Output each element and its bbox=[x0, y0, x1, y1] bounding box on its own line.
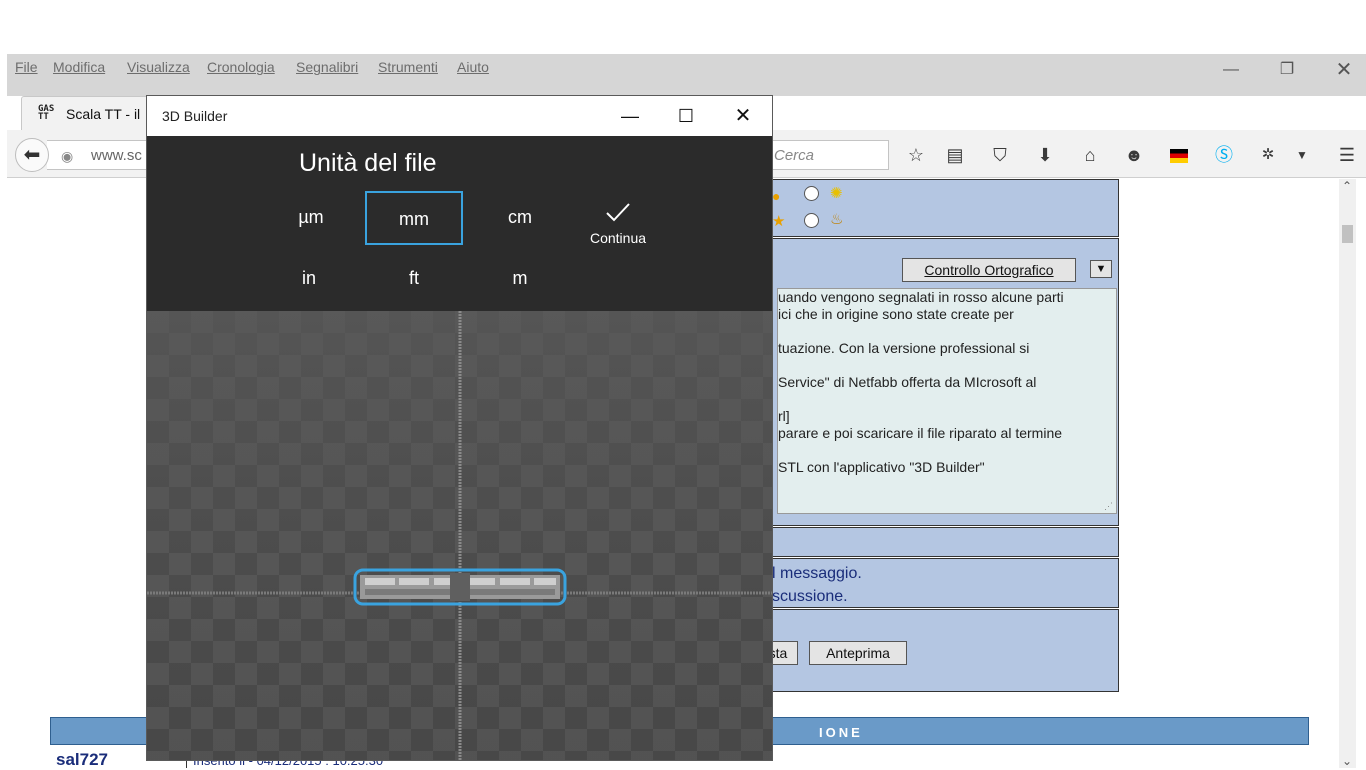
scrollbar-thumb[interactable] bbox=[1342, 225, 1353, 243]
emoticon-radio[interactable] bbox=[804, 186, 819, 201]
hamburger-menu-icon[interactable]: ☰ bbox=[1335, 144, 1359, 166]
dialog-titlebar: 3D Builder — ☐ ✕ bbox=[147, 96, 772, 136]
menu-aiuto[interactable]: Aiuto bbox=[457, 59, 489, 75]
textarea-line: rl] bbox=[778, 408, 790, 424]
menu-segnalibri[interactable]: Segnalibri bbox=[296, 59, 358, 75]
menu-cronologia[interactable]: Cronologia bbox=[207, 59, 275, 75]
close-icon[interactable]: ✕ bbox=[1334, 60, 1354, 80]
unit-millimeter[interactable]: mm bbox=[365, 191, 463, 245]
minimize-icon[interactable]: — bbox=[1221, 60, 1241, 80]
panel-row bbox=[767, 527, 1119, 557]
notify-line-2: scussione. bbox=[772, 588, 848, 605]
notify-line-1: l messaggio. bbox=[772, 565, 862, 582]
menu-visualizza[interactable]: Visualizza bbox=[127, 59, 190, 75]
favicon-icon: GAS TT bbox=[38, 104, 55, 122]
browser-tab[interactable]: GAS TT Scala TT - il bbox=[21, 96, 151, 130]
menu-bar: File Modifica Visualizza Cronologia Segn… bbox=[7, 54, 1366, 96]
flag-icon[interactable] bbox=[1167, 144, 1191, 166]
notify-panel: l messaggio. scussione. bbox=[767, 558, 1119, 608]
preview-button[interactable]: Anteprima bbox=[809, 641, 907, 665]
message-textarea[interactable]: uando vengono segnalati in rosso alcune … bbox=[777, 288, 1117, 514]
textarea-line: tuazione. Con la versione professional s… bbox=[778, 340, 1030, 356]
dropdown-icon[interactable]: ▼ bbox=[1290, 144, 1314, 166]
globe-icon: ◉ bbox=[61, 148, 74, 164]
skype-icon[interactable]: Ⓢ bbox=[1212, 144, 1236, 166]
menu-strumenti[interactable]: Strumenti bbox=[378, 59, 438, 75]
bulb-icon: ✺ bbox=[830, 185, 843, 202]
bug-icon[interactable]: ✲ bbox=[1256, 144, 1280, 166]
unit-inch[interactable]: in bbox=[260, 252, 358, 306]
textarea-line: ici che in origine sono state create per bbox=[778, 306, 1014, 322]
star-emoticon-icon: ★ bbox=[772, 213, 786, 230]
emoticon-icon[interactable]: ● bbox=[772, 188, 780, 204]
page-scrollbar[interactable]: ⌃ ⌄ bbox=[1339, 179, 1356, 768]
textarea-line: Service" di Netfabb offerta da MIcrosoft… bbox=[778, 374, 1037, 390]
units-heading: Unità del file bbox=[299, 149, 437, 177]
emoticon-radio[interactable] bbox=[804, 213, 819, 228]
resize-grip-icon[interactable]: ⋰ bbox=[1104, 501, 1113, 512]
menu-file[interactable]: File bbox=[15, 59, 38, 75]
search-input[interactable]: Cerca bbox=[763, 140, 889, 170]
spellcheck-dropdown-icon[interactable]: ▼ bbox=[1090, 260, 1112, 278]
pocket-icon[interactable]: ⛉ bbox=[988, 144, 1012, 166]
scroll-up-icon[interactable]: ⌃ bbox=[1342, 179, 1352, 193]
search-placeholder: Cerca bbox=[774, 147, 815, 164]
unit-foot[interactable]: ft bbox=[365, 252, 463, 306]
file-units-panel: Unità del file µm mm cm in ft m Continua bbox=[147, 136, 772, 311]
continue-label: Continua bbox=[589, 230, 647, 246]
unit-micrometer[interactable]: µm bbox=[262, 191, 360, 245]
url-bar[interactable]: ◉ www.sc bbox=[47, 140, 157, 170]
textarea-line: uando vengono segnalati in rosso alcune … bbox=[778, 289, 1064, 305]
model-object[interactable] bbox=[353, 568, 567, 606]
chat-icon[interactable]: ☻ bbox=[1122, 144, 1146, 166]
3d-scene bbox=[147, 311, 772, 760]
dialog-title: 3D Builder bbox=[162, 108, 228, 124]
submit-panel: sta Anteprima bbox=[758, 609, 1119, 692]
star-icon[interactable]: ☆ bbox=[904, 144, 928, 166]
home-icon[interactable]: ⌂ bbox=[1078, 144, 1102, 166]
menu-modifica[interactable]: Modifica bbox=[53, 59, 105, 75]
back-button[interactable]: ⬅ bbox=[15, 138, 49, 172]
unit-centimeter[interactable]: cm bbox=[471, 191, 569, 245]
3d-builder-window: 3D Builder — ☐ ✕ Unità del file µm mm cm… bbox=[146, 95, 773, 761]
tab-title: Scala TT - il bbox=[66, 106, 141, 122]
maximize-icon[interactable]: ☐ bbox=[672, 105, 700, 127]
spellcheck-button[interactable]: Controllo Ortografico bbox=[902, 258, 1076, 282]
restore-icon[interactable]: ❐ bbox=[1277, 60, 1297, 80]
unit-meter[interactable]: m bbox=[471, 252, 569, 306]
back-arrow-icon: ⬅ bbox=[23, 144, 41, 166]
post-author[interactable]: sal727 bbox=[56, 750, 108, 770]
textarea-line: STL con l'applicativo "3D Builder" bbox=[778, 459, 985, 475]
close-icon[interactable]: ✕ bbox=[729, 105, 757, 127]
section-header-label: IONE bbox=[819, 725, 863, 740]
cake-icon: ♨ bbox=[830, 211, 844, 228]
continue-button[interactable]: Continua bbox=[582, 200, 654, 246]
emoticon-panel: ● ✺ ★ ♨ bbox=[767, 179, 1119, 237]
scroll-down-icon[interactable]: ⌄ bbox=[1342, 754, 1352, 768]
url-text: www.sc bbox=[91, 147, 142, 164]
download-icon[interactable]: ⬇ bbox=[1033, 144, 1057, 166]
textarea-line: parare e poi scaricare il file riparato … bbox=[778, 425, 1063, 441]
checkmark-icon bbox=[606, 203, 630, 222]
3d-viewport[interactable] bbox=[147, 311, 772, 760]
reading-list-icon[interactable]: ▤ bbox=[943, 144, 967, 166]
minimize-icon[interactable]: — bbox=[616, 105, 644, 127]
